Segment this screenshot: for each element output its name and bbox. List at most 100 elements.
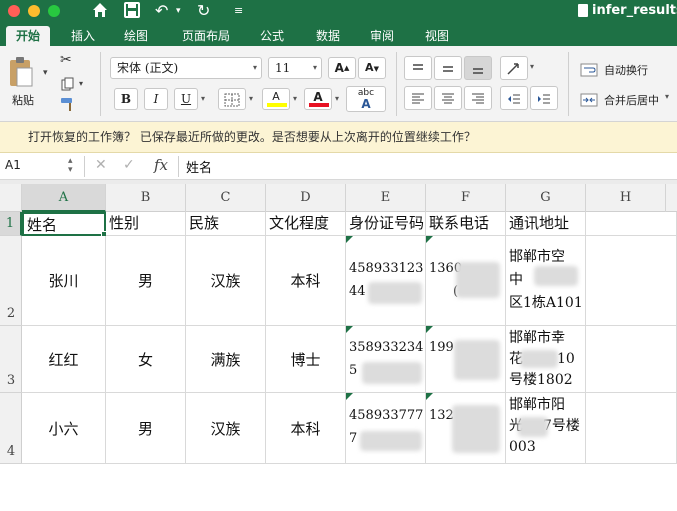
decrease-font-size-button[interactable]: A▼ bbox=[358, 57, 386, 79]
cell-G4[interactable]: 邯郸市阳 光 7号楼 003 bbox=[506, 393, 586, 464]
column-header-D[interactable]: D bbox=[266, 184, 346, 212]
tab-draw[interactable]: 绘图 bbox=[118, 26, 154, 46]
zoom-window-button[interactable] bbox=[48, 5, 60, 17]
close-window-button[interactable] bbox=[8, 5, 20, 17]
orientation-button[interactable] bbox=[500, 56, 528, 80]
tab-review[interactable]: 审阅 bbox=[364, 26, 400, 46]
name-box[interactable]: A1 bbox=[5, 158, 21, 172]
cell-B3[interactable]: 女 bbox=[106, 326, 186, 393]
undo-icon[interactable]: ↶ bbox=[155, 1, 168, 21]
cell-H2[interactable] bbox=[586, 236, 677, 326]
cell-G2[interactable]: 邯郸市空 中 区1栋A101 bbox=[506, 236, 586, 326]
customize-toolbar-icon[interactable]: ≡ bbox=[234, 1, 243, 21]
cell-C3[interactable]: 满族 bbox=[186, 326, 266, 393]
undo-dropdown-icon[interactable]: ▾ bbox=[176, 1, 181, 21]
align-bottom-button[interactable] bbox=[464, 56, 492, 80]
align-right-button[interactable] bbox=[464, 86, 492, 110]
copy-dropdown-icon[interactable]: ▾ bbox=[79, 79, 83, 88]
cell-A2[interactable]: 张川 bbox=[22, 236, 106, 326]
cell-F2[interactable]: 1360 ( bbox=[426, 236, 506, 326]
increase-font-size-button[interactable]: A▲ bbox=[328, 57, 356, 79]
enter-icon[interactable]: ✓ bbox=[123, 157, 135, 173]
align-left-button[interactable] bbox=[404, 86, 432, 110]
cell-E1[interactable]: 身份证号码 bbox=[346, 212, 426, 236]
column-header-H[interactable]: H bbox=[586, 184, 666, 212]
cell-H4[interactable] bbox=[586, 393, 677, 464]
copy-icon[interactable] bbox=[61, 76, 75, 95]
row-header-1[interactable]: 1 bbox=[0, 212, 22, 236]
paste-dropdown-icon[interactable]: ▾ bbox=[43, 68, 48, 78]
row-header-3[interactable]: 3 bbox=[0, 326, 22, 393]
tab-home[interactable]: 开始 bbox=[6, 26, 50, 46]
cell-F3[interactable]: 199 bbox=[426, 326, 506, 393]
phonetic-guide-button[interactable]: abc A bbox=[346, 86, 386, 112]
increase-indent-button[interactable] bbox=[530, 86, 558, 110]
cell-A1[interactable]: 姓名 bbox=[22, 212, 106, 236]
paste-icon[interactable] bbox=[8, 56, 34, 92]
cell-E3[interactable]: 358933234 5 bbox=[346, 326, 426, 393]
fill-color-button[interactable]: A bbox=[262, 88, 290, 110]
cut-icon[interactable]: ✂ bbox=[60, 52, 72, 68]
row-header-4[interactable]: 4 bbox=[0, 393, 22, 464]
merge-center-icon[interactable] bbox=[580, 92, 598, 111]
align-center-button[interactable] bbox=[434, 86, 462, 110]
wrap-text-icon[interactable] bbox=[580, 62, 598, 81]
column-header-C[interactable]: C bbox=[186, 184, 266, 212]
column-header-E[interactable]: E bbox=[346, 184, 426, 212]
cell-F1[interactable]: 联系电话 bbox=[426, 212, 506, 236]
italic-button[interactable]: I bbox=[144, 88, 168, 110]
underline-button[interactable]: U bbox=[174, 88, 198, 110]
cell-B4[interactable]: 男 bbox=[106, 393, 186, 464]
tab-view[interactable]: 视图 bbox=[419, 26, 455, 46]
borders-button[interactable] bbox=[218, 88, 246, 110]
row-header-2[interactable]: 2 bbox=[0, 236, 22, 326]
font-size-select[interactable]: 11 ▾ bbox=[268, 57, 322, 79]
cell-G1[interactable]: 通讯地址 bbox=[506, 212, 586, 236]
merge-center-button[interactable]: 合并后居中 bbox=[604, 92, 659, 108]
home-icon[interactable] bbox=[91, 1, 109, 24]
tab-data[interactable]: 数据 bbox=[310, 26, 346, 46]
cell-D1[interactable]: 文化程度 bbox=[266, 212, 346, 236]
tab-formulas[interactable]: 公式 bbox=[254, 26, 290, 46]
fill-color-dropdown-icon[interactable]: ▾ bbox=[293, 94, 297, 103]
font-color-dropdown-icon[interactable]: ▾ bbox=[335, 94, 339, 103]
font-name-select[interactable]: 宋体 (正文) ▾ bbox=[110, 57, 262, 79]
formula-input[interactable]: 姓名 bbox=[186, 157, 212, 176]
font-size-dropdown-icon[interactable]: ▾ bbox=[313, 58, 317, 78]
font-name-dropdown-icon[interactable]: ▾ bbox=[253, 58, 257, 78]
cell-C4[interactable]: 汉族 bbox=[186, 393, 266, 464]
tab-insert[interactable]: 插入 bbox=[65, 26, 101, 46]
cell-A4[interactable]: 小六 bbox=[22, 393, 106, 464]
cell-C1[interactable]: 民族 bbox=[186, 212, 266, 236]
merge-center-dropdown-icon[interactable]: ▾ bbox=[665, 92, 669, 101]
cell-D4[interactable]: 本科 bbox=[266, 393, 346, 464]
cell-G3[interactable]: 邯郸市幸 花 10 号楼1802 bbox=[506, 326, 586, 393]
cell-E2[interactable]: 458933123 44 bbox=[346, 236, 426, 326]
wrap-text-button[interactable]: 自动换行 bbox=[604, 62, 648, 78]
underline-dropdown-icon[interactable]: ▾ bbox=[201, 94, 205, 103]
cell-B1[interactable]: 性别 bbox=[106, 212, 186, 236]
format-painter-icon[interactable] bbox=[60, 96, 78, 116]
cell-E4[interactable]: 458933777 7 bbox=[346, 393, 426, 464]
cell-H3[interactable] bbox=[586, 326, 677, 393]
cancel-icon[interactable]: ✕ bbox=[95, 157, 107, 173]
select-all-button[interactable] bbox=[0, 184, 22, 212]
cell-F4[interactable]: 132 bbox=[426, 393, 506, 464]
decrease-indent-button[interactable] bbox=[500, 86, 528, 110]
cell-D3[interactable]: 博士 bbox=[266, 326, 346, 393]
cell-C2[interactable]: 汉族 bbox=[186, 236, 266, 326]
save-icon[interactable] bbox=[123, 1, 141, 24]
font-color-button[interactable]: A bbox=[304, 88, 332, 110]
name-box-stepper[interactable]: ▴ ▾ bbox=[68, 157, 73, 175]
orientation-dropdown-icon[interactable]: ▾ bbox=[530, 62, 534, 71]
column-header-G[interactable]: G bbox=[506, 184, 586, 212]
cell-B2[interactable]: 男 bbox=[106, 236, 186, 326]
align-top-button[interactable] bbox=[404, 56, 432, 80]
align-middle-button[interactable] bbox=[434, 56, 462, 80]
redo-icon[interactable]: ↻ bbox=[197, 1, 210, 21]
cell-A3[interactable]: 红红 bbox=[22, 326, 106, 393]
cell-D2[interactable]: 本科 bbox=[266, 236, 346, 326]
borders-dropdown-icon[interactable]: ▾ bbox=[249, 94, 253, 103]
minimize-window-button[interactable] bbox=[28, 5, 40, 17]
insert-function-icon[interactable]: fx bbox=[154, 156, 168, 174]
